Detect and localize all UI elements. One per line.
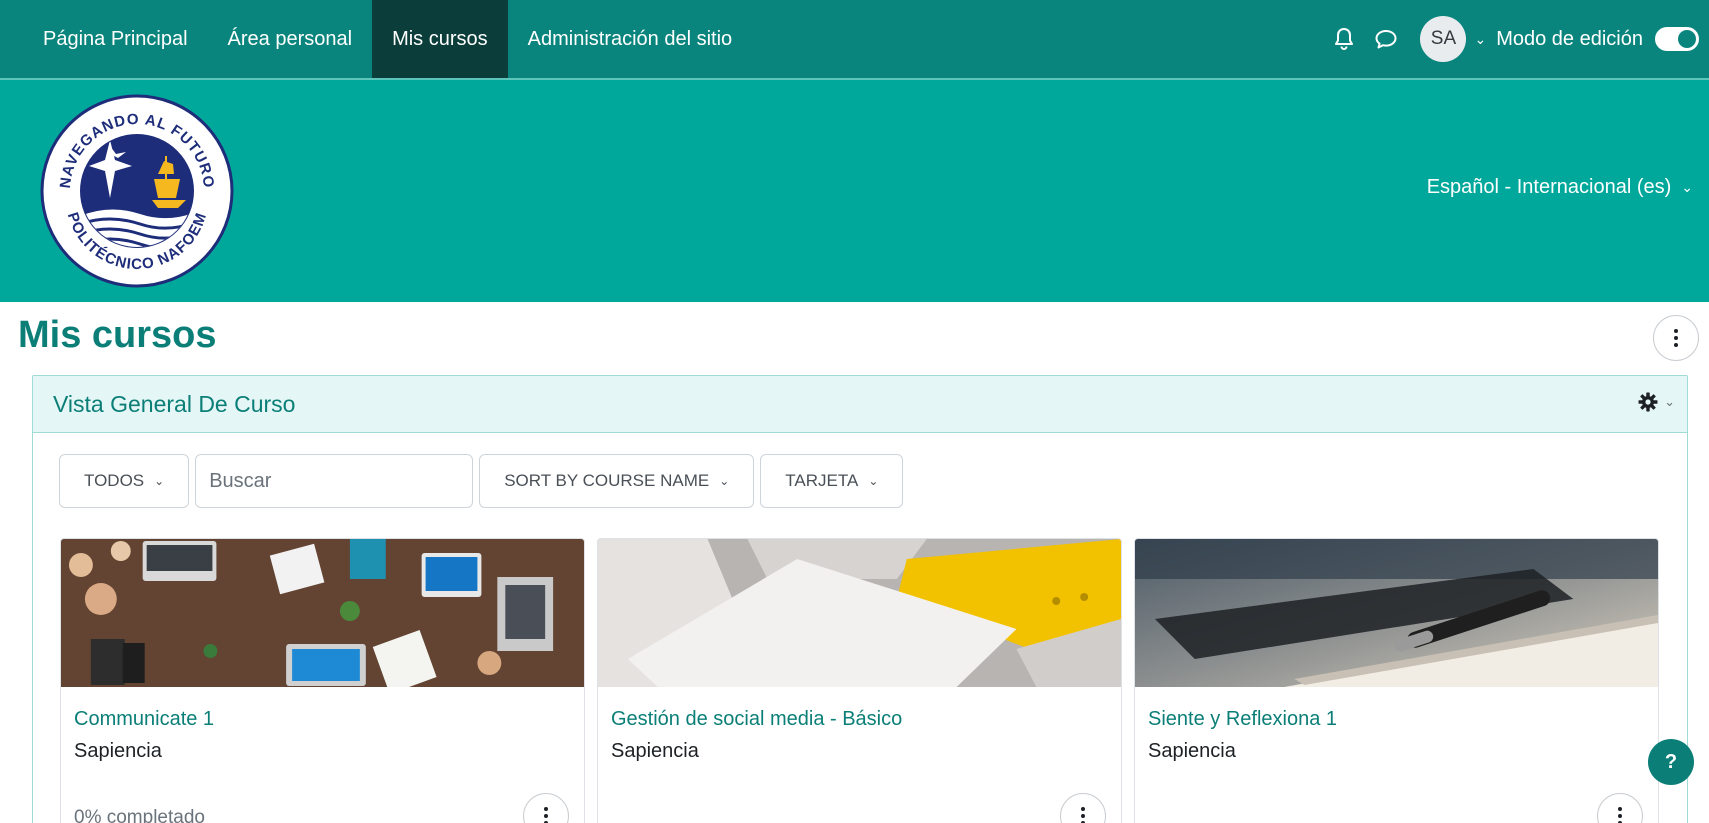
more-vertical-icon [544, 807, 548, 823]
page-title: Mis cursos [18, 314, 217, 356]
nav-item-site-admin[interactable]: Administración del sitio [508, 0, 753, 78]
nav-item-home[interactable]: Página Principal [0, 0, 208, 78]
course-image[interactable] [1135, 539, 1658, 687]
toggle-knob [1678, 30, 1696, 48]
course-actions-menu-button[interactable] [523, 793, 569, 823]
edit-mode-toggle[interactable] [1655, 27, 1699, 51]
more-vertical-icon [1674, 329, 1678, 347]
more-vertical-icon [1081, 807, 1085, 823]
course-actions-menu-button[interactable] [1060, 793, 1106, 823]
nav-item-dashboard[interactable]: Área personal [208, 0, 373, 78]
view-label: TARJETA [785, 471, 859, 490]
course-name-link[interactable]: Siente y Reflexiona 1 [1148, 708, 1337, 731]
card-body: Siente y Reflexiona 1 Sapiencia [1135, 692, 1658, 779]
course-card: Communicate 1 Sapiencia 0% completado [60, 538, 585, 823]
course-card: Gestión de social media - Básico Sapienc… [597, 538, 1122, 823]
grouping-dropdown[interactable]: TODOS ⌄ [59, 454, 190, 508]
card-body: Gestión de social media - Básico Sapienc… [598, 692, 1121, 779]
help-button[interactable]: ? [1648, 739, 1694, 785]
grouping-label: TODOS [84, 471, 145, 490]
bell-icon[interactable] [1328, 19, 1360, 59]
page-actions-menu-button[interactable] [1653, 315, 1699, 361]
chevron-down-icon: ⌄ [868, 474, 879, 488]
course-category: Sapiencia [1148, 740, 1236, 762]
course-category: Sapiencia [611, 740, 699, 762]
block-title: Vista General De Curso [53, 390, 296, 417]
block-header: Vista General De Curso ⌄ [33, 376, 1687, 433]
nav-item-my-courses[interactable]: Mis cursos [372, 0, 508, 78]
course-overview-block: Vista General De Curso ⌄ TODOS ⌄ Buscar … [32, 375, 1688, 823]
language-label: Español - Internacional (es) [1426, 176, 1672, 198]
chevron-down-icon: ⌄ [154, 474, 165, 488]
header-banner: NAVEGANDO AL FUTURO POLITÉCNICO NAFOEM E… [0, 78, 1709, 302]
language-selector[interactable]: Español - Internacional (es) ⌄ [1427, 176, 1693, 199]
course-card: Siente y Reflexiona 1 Sapiencia [1134, 538, 1659, 823]
chevron-down-icon: ⌄ [719, 474, 730, 488]
card-body: Communicate 1 Sapiencia [61, 692, 584, 779]
course-filters: TODOS ⌄ SORT BY COURSE NAME ⌄ TARJETA ⌄ [59, 454, 904, 508]
more-vertical-icon [1618, 807, 1622, 823]
chat-bubble-icon[interactable] [1370, 19, 1402, 59]
course-card-list: Communicate 1 Sapiencia 0% completado Ge… [60, 538, 1659, 823]
chevron-down-icon: ⌄ [1681, 179, 1693, 195]
course-progress-text: 0% completado [74, 807, 205, 823]
course-name-link[interactable]: Gestión de social media - Básico [611, 708, 902, 731]
chevron-down-icon: ⌄ [1664, 394, 1675, 409]
course-actions-menu-button[interactable] [1597, 793, 1643, 823]
course-image[interactable] [598, 539, 1121, 687]
sort-label: SORT BY COURSE NAME [504, 471, 710, 490]
course-category: Sapiencia [74, 740, 162, 762]
block-settings-menu[interactable]: ⌄ [1638, 392, 1675, 412]
gear-icon [1638, 392, 1658, 412]
top-navbar: Página Principal Área personal Mis curso… [0, 0, 1709, 78]
sort-dropdown[interactable]: SORT BY COURSE NAME ⌄ [479, 454, 755, 508]
chevron-down-icon[interactable]: ⌄ [1474, 31, 1486, 48]
search-input[interactable] [195, 454, 474, 508]
institution-logo: NAVEGANDO AL FUTURO POLITÉCNICO NAFOEM [40, 94, 234, 288]
edit-mode-label: Modo de edición [1496, 27, 1643, 50]
view-dropdown[interactable]: TARJETA ⌄ [760, 454, 904, 508]
course-image[interactable] [61, 539, 584, 695]
navbar-user-area: SA ⌄ Modo de edición [1328, 0, 1709, 78]
avatar[interactable]: SA [1420, 16, 1467, 62]
course-name-link[interactable]: Communicate 1 [74, 708, 214, 731]
